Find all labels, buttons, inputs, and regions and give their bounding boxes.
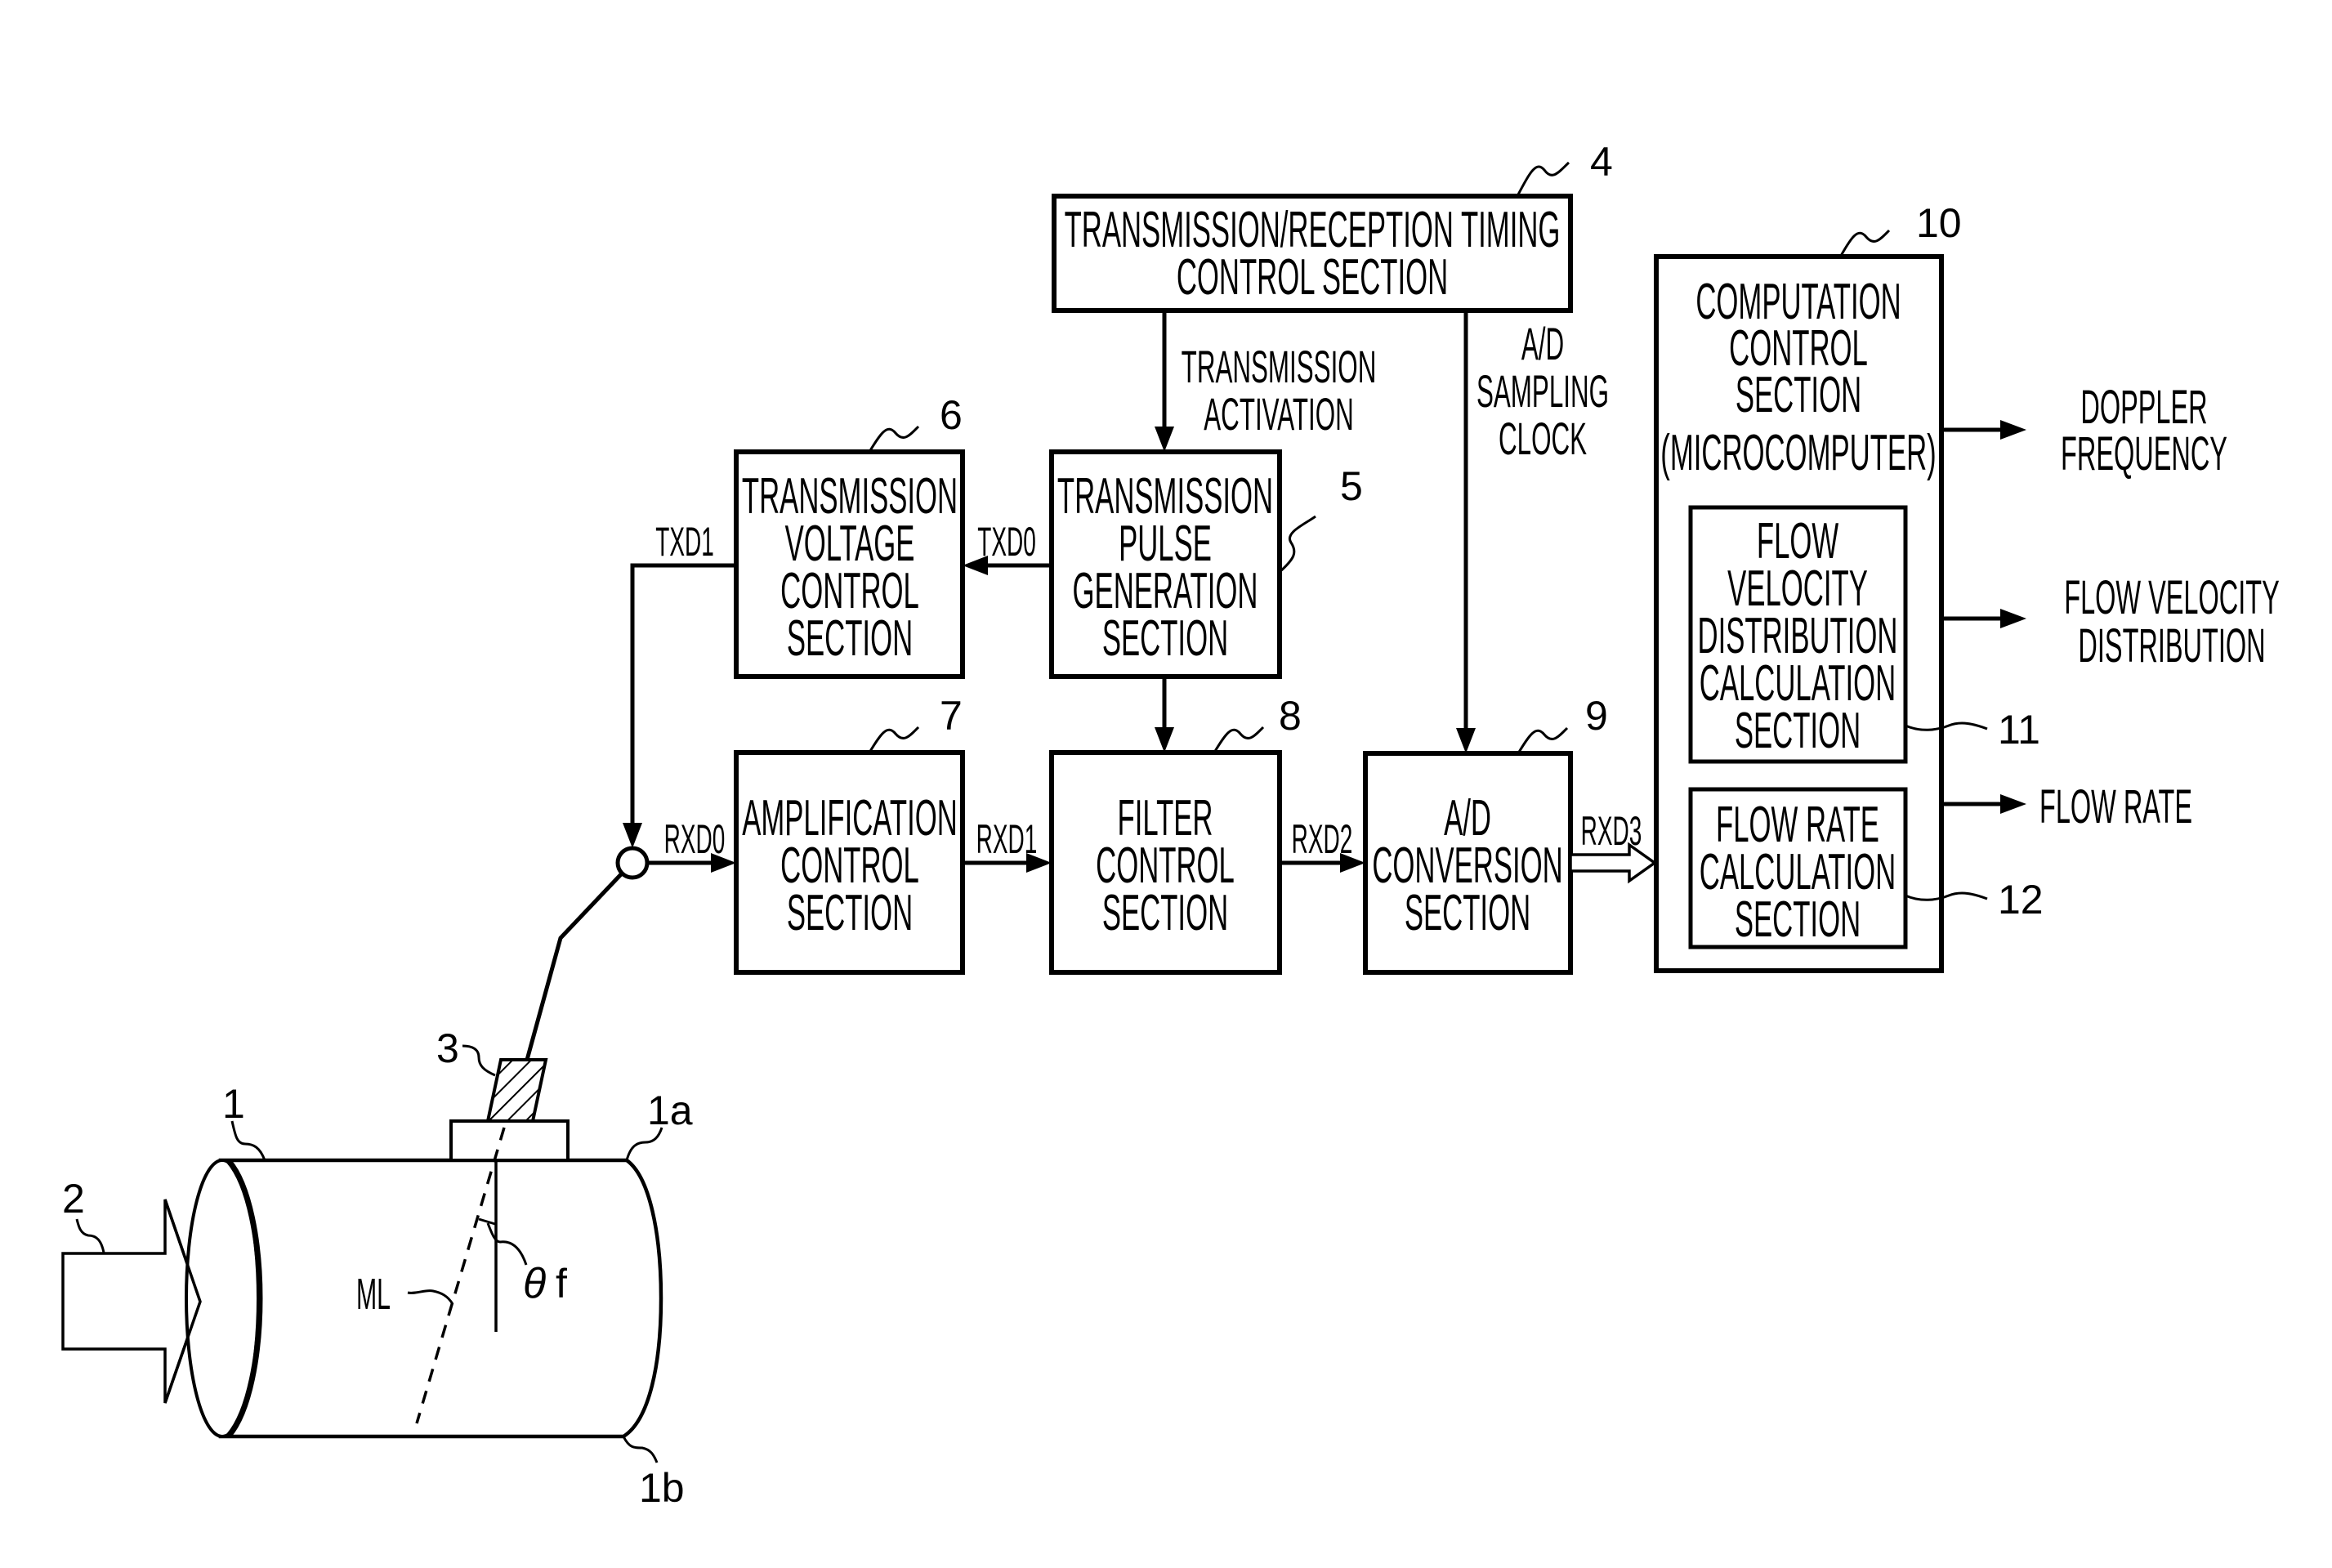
ultrasonic-transducer bbox=[485, 1058, 548, 1123]
rxd2-label: RXD2 bbox=[1292, 815, 1353, 862]
rxd0-label: RXD0 bbox=[664, 815, 726, 862]
ref-number-5: 5 bbox=[1340, 463, 1363, 509]
block-timing-line-2: CONTROL SECTION bbox=[1177, 248, 1448, 305]
leader-5 bbox=[1279, 515, 1316, 574]
txd1-label: TXD1 bbox=[655, 518, 714, 565]
txd0-label: TXD0 bbox=[977, 518, 1036, 565]
flow-direction-arrow bbox=[61, 1199, 202, 1404]
arrowhead-icon bbox=[623, 823, 642, 848]
rxd1-label: RXD1 bbox=[976, 815, 1038, 862]
block-computation-line-3: SECTION bbox=[1736, 366, 1861, 422]
angle-subscript-f: f bbox=[556, 1261, 567, 1307]
arrowhead-icon bbox=[1456, 728, 1476, 753]
block-pulse-line-4: SECTION bbox=[1102, 610, 1228, 666]
leader-6 bbox=[868, 425, 920, 453]
flow-velocity-distribution-label-1: FLOW VELOCITY bbox=[2064, 570, 2279, 623]
arrowhead-icon bbox=[1155, 427, 1174, 452]
doppler-frequency-label-1: DOPPLER bbox=[2080, 380, 2207, 433]
ad-sampling-clock-label-1: A/D bbox=[1521, 318, 1564, 369]
leader-2 bbox=[75, 1218, 105, 1253]
leader-7 bbox=[868, 726, 920, 753]
leader-9 bbox=[1517, 726, 1569, 754]
ad-sampling-clock-label-3: CLOCK bbox=[1499, 413, 1587, 464]
arrowhead-icon bbox=[2000, 794, 2026, 814]
measurement-line-label: ML bbox=[356, 1270, 391, 1319]
ad-sampling-clock-label-2: SAMPLING bbox=[1476, 365, 1609, 417]
doppler-frequency-label-2: FREQUENCY bbox=[2061, 427, 2227, 480]
ref-number-1: 1 bbox=[222, 1081, 245, 1127]
pipe-body bbox=[218, 1158, 663, 1439]
leader-8 bbox=[1213, 726, 1265, 753]
outputs bbox=[1941, 420, 2026, 814]
transducer-wedge bbox=[449, 1119, 570, 1162]
junction-node bbox=[615, 846, 650, 880]
block-velocity_calc-line-5: SECTION bbox=[1735, 702, 1861, 758]
angle-theta-symbol: θ bbox=[523, 1260, 546, 1307]
arrowhead-icon bbox=[1155, 727, 1174, 753]
arrowhead-icon bbox=[2000, 420, 2026, 440]
block-ad-line-3: SECTION bbox=[1405, 884, 1530, 940]
ref-number-4: 4 bbox=[1590, 139, 1613, 185]
ref-number-12: 12 bbox=[1998, 877, 2044, 922]
leader-4 bbox=[1517, 161, 1570, 195]
leader-1 bbox=[230, 1120, 266, 1161]
leader-3 bbox=[462, 1044, 496, 1077]
ref-number-9: 9 bbox=[1585, 693, 1608, 739]
ref-number-10: 10 bbox=[1916, 200, 1962, 246]
txd1-line bbox=[630, 563, 736, 828]
transmission-activation-label-1: TRANSMISSION bbox=[1182, 341, 1377, 392]
ultrasonic-flowmeter-block-diagram: TRANSMISSION/RECEPTION TIMINGCONTROL SEC… bbox=[61, 139, 2280, 1511]
block-computation-line-4: (MICROCOMPUTER) bbox=[1660, 424, 1936, 480]
ref-number-3: 3 bbox=[436, 1025, 459, 1071]
leader-10 bbox=[1839, 229, 1891, 257]
flow-velocity-distribution-label-2: DISTRIBUTION bbox=[2078, 619, 2265, 672]
arrowhead-icon bbox=[2000, 609, 2026, 628]
ref-number-8: 8 bbox=[1279, 693, 1302, 739]
transducer-cable bbox=[525, 872, 623, 1061]
ref-number-1a: 1a bbox=[647, 1088, 693, 1133]
ref-number-6: 6 bbox=[940, 392, 963, 438]
block-amplification-line-3: SECTION bbox=[787, 884, 913, 940]
ref-number-1b: 1b bbox=[639, 1465, 685, 1511]
block-filter-line-3: SECTION bbox=[1102, 884, 1228, 940]
pipe-illustration bbox=[61, 1044, 663, 1463]
block-rate_calc-line-3: SECTION bbox=[1735, 891, 1861, 947]
leader-1b bbox=[622, 1436, 659, 1463]
ref-number-11: 11 bbox=[1998, 707, 2040, 753]
ref-number-7: 7 bbox=[940, 693, 963, 739]
transmission-activation-label-2: ACTIVATION bbox=[1204, 388, 1353, 440]
block-voltage-line-4: SECTION bbox=[787, 610, 913, 666]
rxd3-label: RXD3 bbox=[1581, 807, 1642, 854]
flow-rate-label: FLOW RATE bbox=[2039, 780, 2192, 833]
ref-number-2: 2 bbox=[62, 1176, 85, 1222]
